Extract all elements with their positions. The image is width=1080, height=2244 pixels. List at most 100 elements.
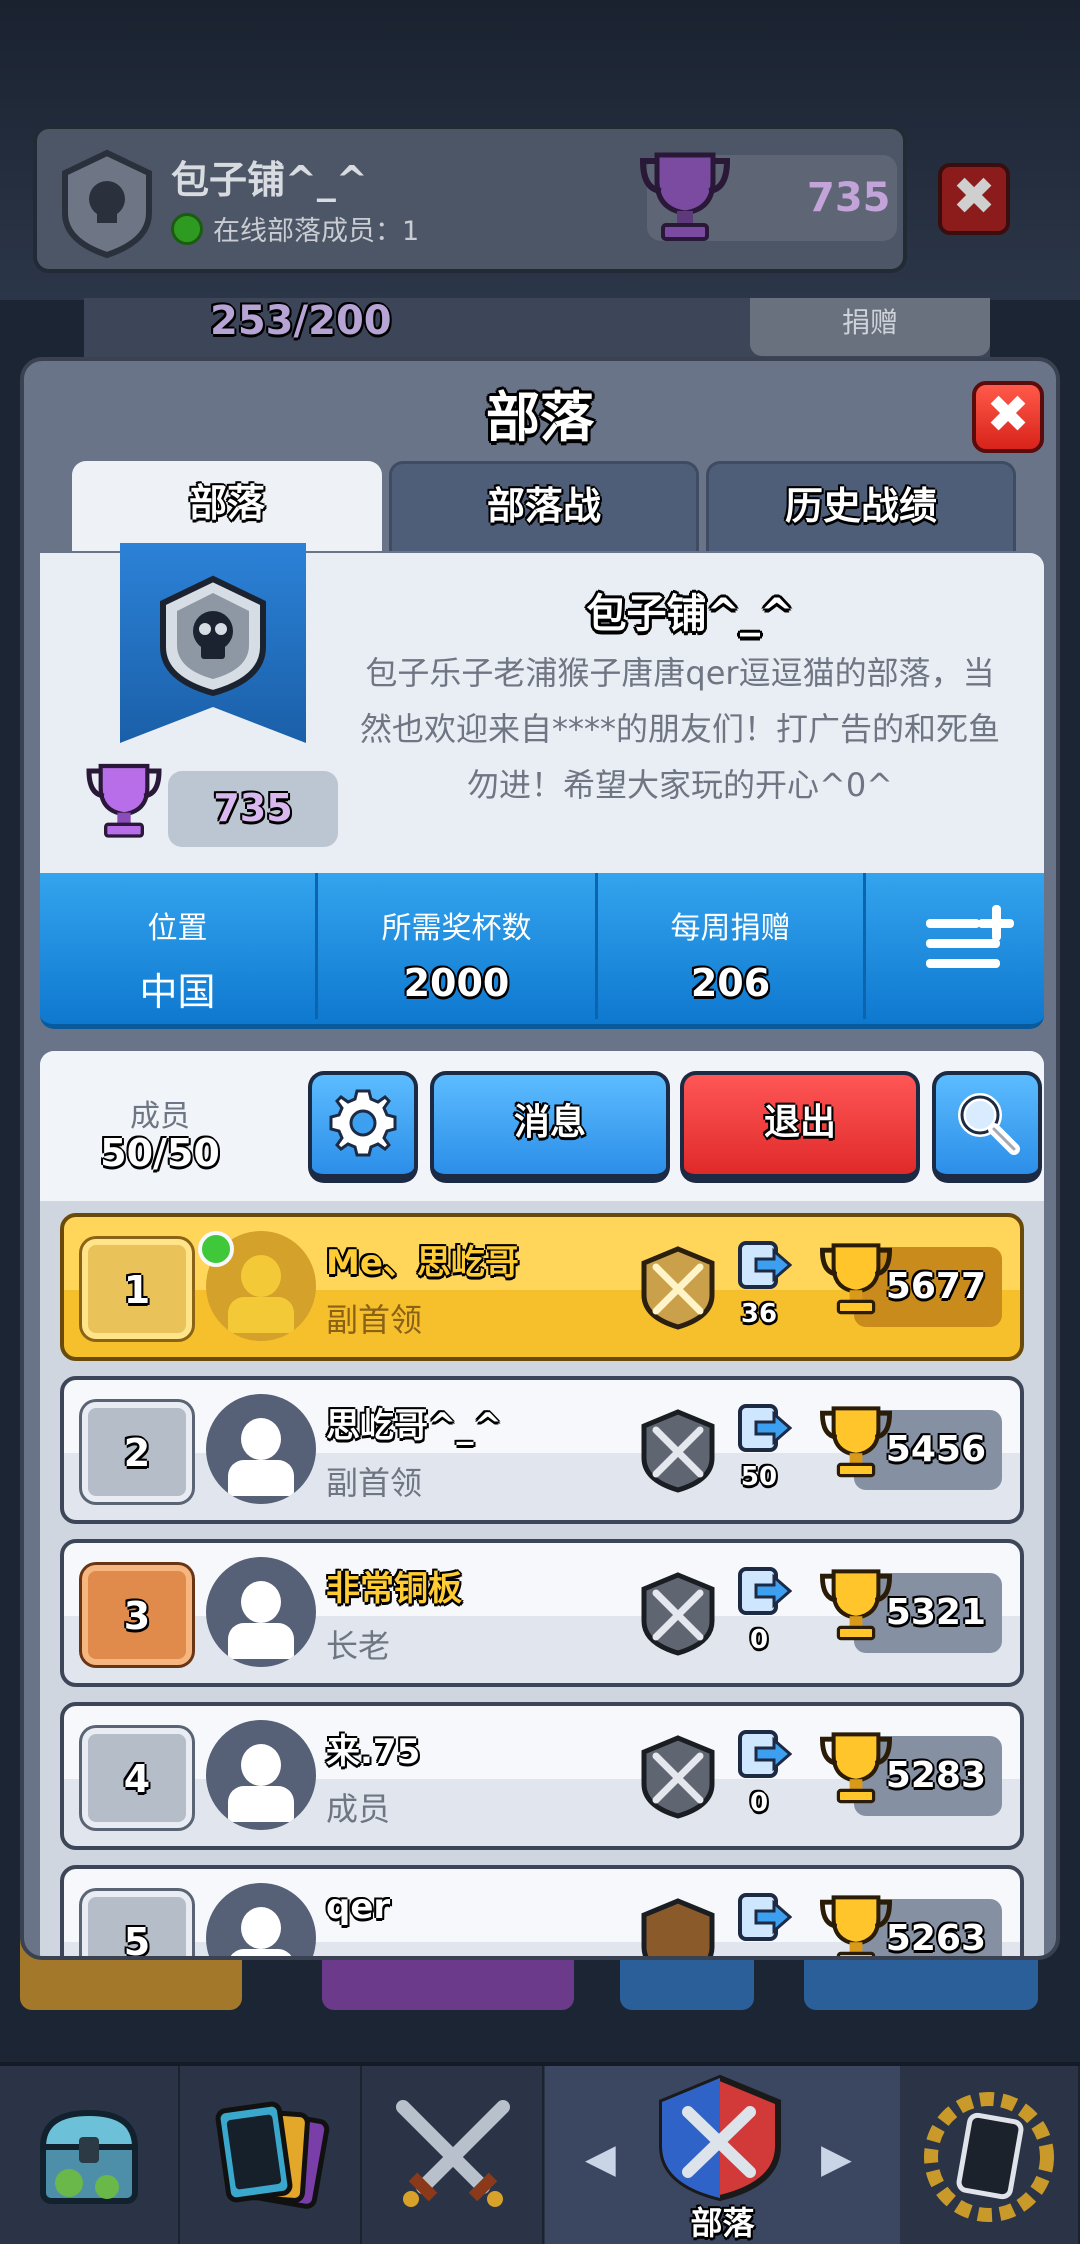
clan-stats-bar: 位置 中国 所需奖杯数 2000 每周捐赠 206: [40, 873, 1044, 1029]
search-button[interactable]: [932, 1071, 1042, 1183]
member-rank: 2: [82, 1402, 192, 1502]
stat-required-trophies-label: 所需奖杯数: [381, 911, 532, 946]
background-online-label: 在线部落成员：1: [213, 216, 420, 247]
clan-modal: 部落 ✖ 部落 部落战 历史战绩 735 包子铺^_^ 包子乐子老浦猴子唐唐qe…: [20, 357, 1060, 1960]
clan-description: 包子乐子老浦猴子唐唐qer逗逗猫的部落，当然也欢迎来自****的朋友们！打广告的…: [360, 654, 1001, 804]
background-trophy-count: 735: [807, 175, 891, 221]
members-header: 成员 50/50 消息 退出: [40, 1051, 1044, 1201]
member-role: 成员: [326, 1790, 391, 1828]
tab-clan-war[interactable]: 部落战: [389, 461, 699, 551]
league-badge-icon: [638, 1408, 718, 1498]
member-row[interactable]: 1 Me、思屹哥 副首领 36 5677: [60, 1213, 1024, 1361]
chevron-right-icon[interactable]: ▶: [821, 2136, 852, 2182]
members-count: 50/50: [100, 1131, 220, 1175]
member-row[interactable]: 3 非常铜板 长老 0 5321: [60, 1539, 1024, 1687]
tab-clan[interactable]: 部落: [72, 461, 382, 551]
member-name: 来.75: [326, 1732, 421, 1772]
members-panel: 成员 50/50 消息 退出 1 Me、思屹哥 副首领 36 5677 2 思屹…: [40, 1051, 1044, 1956]
trophy-icon: [84, 759, 164, 847]
stat-weekly-donations-value: 206: [690, 961, 771, 1005]
donation-cards-icon: [736, 1563, 793, 1623]
nav-clan-label: 部落: [690, 2204, 755, 2242]
nav-clan-active[interactable]: ◀ ▶ 部落: [545, 2066, 900, 2244]
messages-button[interactable]: 消息: [430, 1071, 670, 1183]
league-badge-icon: [638, 1897, 718, 1956]
member-donations: 0: [749, 1625, 769, 1655]
chevron-left-icon[interactable]: ◀: [585, 2136, 616, 2182]
donation-cards-icon: [736, 1889, 793, 1949]
gear-icon: [329, 1089, 397, 1157]
gold-league-badge-icon: [638, 1245, 718, 1335]
online-dot: [171, 212, 203, 245]
nav-cards[interactable]: [182, 2066, 362, 2244]
online-indicator: [198, 1231, 234, 1267]
stat-weekly-donations: 每周捐赠 206: [598, 873, 866, 1019]
stat-required-trophies-value: 2000: [403, 961, 510, 1005]
tab-war-history[interactable]: 历史战绩: [706, 461, 1016, 551]
member-role: 副首领: [326, 1464, 423, 1502]
clan-info-panel: 735 包子铺^_^ 包子乐子老浦猴子唐唐qer逗逗猫的部落，当然也欢迎来自**…: [40, 543, 1044, 873]
search-icon: [958, 1093, 1020, 1155]
skull-shield-icon: [157, 575, 269, 701]
member-donations: 36: [740, 1299, 778, 1329]
nav-events[interactable]: [900, 2066, 1080, 2244]
settings-button[interactable]: [308, 1071, 418, 1183]
nav-shop[interactable]: [0, 2066, 180, 2244]
donation-cards-icon: [736, 1726, 793, 1786]
league-badge-icon: [638, 1734, 718, 1824]
member-role: 长老: [326, 1627, 391, 1665]
crossed-swords-icon: [396, 2100, 510, 2207]
avatar: [206, 1720, 316, 1830]
stat-weekly-donations-label: 每周捐赠: [670, 911, 791, 946]
modal-title: 部落: [486, 386, 594, 449]
background-close-button: ✖: [938, 163, 1010, 235]
stat-location-label: 位置: [147, 911, 208, 946]
member-row[interactable]: 4 来.75 成员 0 5283: [60, 1702, 1024, 1850]
laurel-card-icon: [924, 2092, 1054, 2222]
trophy-icon: [816, 1239, 896, 1323]
bottom-nav: ◀ ▶ 部落: [0, 2062, 1080, 2244]
trophy-icon: [816, 1728, 896, 1812]
stat-required-trophies: 所需奖杯数 2000: [318, 873, 598, 1019]
member-donations: 0: [749, 1788, 769, 1818]
member-rank: 4: [82, 1728, 192, 1828]
background-trophy-box: 735: [639, 152, 897, 241]
background-donate-count: 253/200: [210, 298, 392, 344]
background-clan-card: 包子铺^_^ 在线部落成员：1 735: [33, 125, 907, 273]
member-name: 思屹哥^_^: [326, 1406, 502, 1446]
stat-location: 位置 中国: [40, 873, 318, 1019]
trophy-icon: [816, 1565, 896, 1649]
members-label: 成员: [130, 1099, 190, 1134]
clan-details-menu-icon[interactable]: [920, 903, 1020, 987]
member-row[interactable]: 5 qer 5263: [60, 1865, 1024, 1956]
avatar: [206, 1883, 316, 1956]
donation-cards-icon: [736, 1237, 793, 1297]
background-online-status: 在线部落成员：1: [171, 209, 419, 248]
donation-cards-icon: [736, 1400, 793, 1460]
trophy-icon: [637, 147, 733, 251]
nav-battle[interactable]: [364, 2066, 544, 2244]
stat-location-value: 中国: [139, 970, 216, 1014]
member-name: qer: [326, 1887, 391, 1927]
member-rank: 1: [82, 1239, 192, 1339]
close-button[interactable]: ✖: [972, 381, 1044, 453]
avatar: [206, 1394, 316, 1504]
clan-badge-icon: [659, 2074, 781, 2202]
trophy-icon: [816, 1402, 896, 1486]
member-rank: 5: [82, 1891, 192, 1956]
avatar: [206, 1557, 316, 1667]
member-role: 副首领: [326, 1301, 423, 1339]
clan-name: 包子铺^_^: [586, 591, 794, 637]
chest-icon: [39, 2109, 139, 2204]
background-donate-button: 捐赠: [750, 298, 990, 356]
member-row[interactable]: 2 思屹哥^_^ 副首领 50 5456: [60, 1376, 1024, 1524]
league-badge-icon: [638, 1571, 718, 1661]
member-rank: 3: [82, 1565, 192, 1665]
trophy-icon: [816, 1891, 896, 1956]
member-donations: 50: [740, 1462, 778, 1492]
clan-trophy-count: 735: [168, 771, 338, 847]
leave-button[interactable]: 退出: [680, 1071, 920, 1183]
background-clan-name: 包子铺^_^: [171, 158, 368, 202]
cards-icon: [215, 2101, 330, 2209]
member-name: 非常铜板: [326, 1569, 462, 1609]
